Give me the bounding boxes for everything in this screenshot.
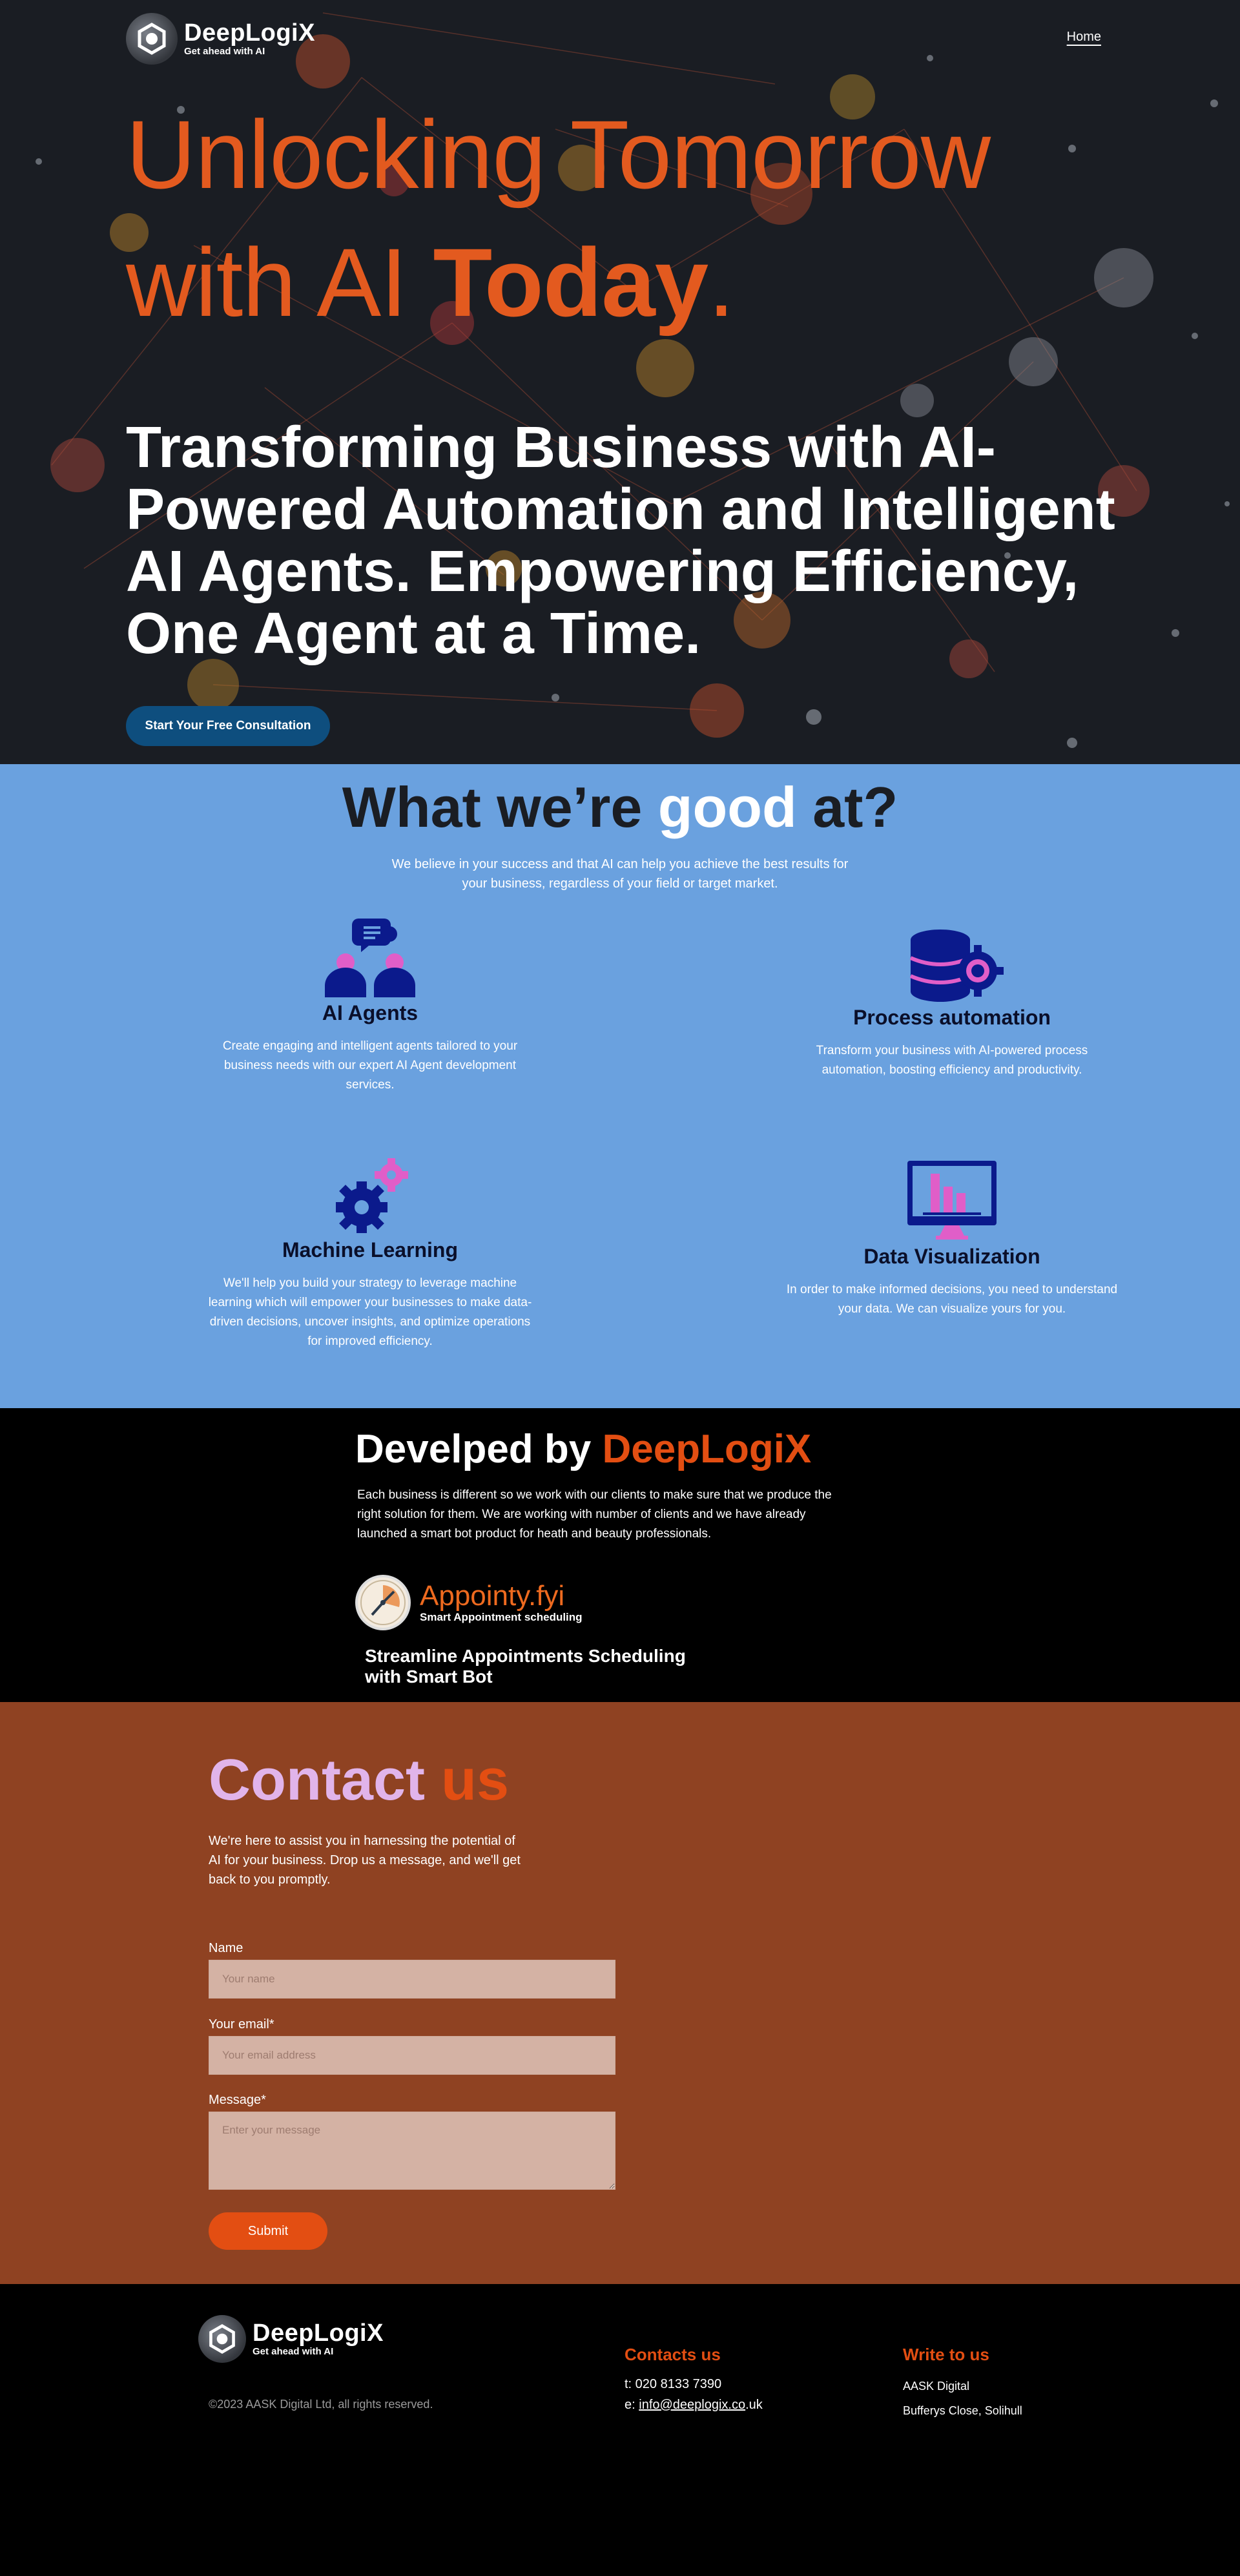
hero-title-line1: Unlocking Tomorrow [126, 100, 991, 209]
footer-logo-mark-icon [198, 2315, 246, 2363]
service-title-ai-agents: AI Agents [322, 1001, 418, 1024]
product-tagline: Smart Appointment scheduling [420, 1611, 583, 1623]
nav-home-link[interactable]: Home [1067, 30, 1101, 45]
service-title-data-visualization: Data Visualization [863, 1245, 1040, 1268]
hero-title-line2-start: with AI [126, 228, 433, 337]
footer-brand-tagline: Get ahead with AI [253, 2346, 334, 2357]
footer-contacts: Contacts us t: 020 8133 7390 e: info@dee… [625, 2345, 763, 2415]
contact-heading: Contact us [209, 1747, 509, 1814]
brand-name: DeepLogiX [184, 19, 315, 47]
top-nav: DeepLogiX Get ahead with AI Home [126, 13, 1114, 65]
brand-tagline: Get ahead with AI [184, 46, 265, 57]
services-heading-highlight: good [657, 775, 797, 839]
services-intro: We believe in your success and that AI c… [391, 857, 849, 891]
contact-heading-highlight: us [441, 1748, 510, 1813]
service-text-process-automation: Transform your business with AI-powered … [816, 1044, 1088, 1077]
services-heading: What we’re good at? [0, 774, 1240, 840]
footer-brand-name: DeepLogiX [253, 2320, 384, 2347]
footer-address-line1: AASK Digital [903, 2380, 970, 2393]
footer-address-line2: Bufferys Close, Solihull [903, 2404, 1022, 2417]
services-heading-start: What we’re [342, 775, 658, 839]
name-input[interactable] [209, 1960, 615, 1999]
monitor-chart-icon [907, 1161, 997, 1240]
site-footer: DeepLogiX Get ahead with AI ©2023 AASK D… [0, 2284, 1240, 2576]
developed-heading: Develped by DeepLogiX [355, 1426, 811, 1472]
copyright-text: ©2023 AASK Digital Ltd, all rights reser… [209, 2398, 433, 2411]
name-label: Name [209, 1941, 243, 1955]
email-input[interactable] [209, 2036, 615, 2075]
developed-heading-highlight: DeepLogiX [602, 1427, 812, 1471]
email-label: Your email* [209, 2017, 274, 2031]
footer-write-heading: Write to us [903, 2345, 989, 2364]
services-heading-end: at? [796, 775, 898, 839]
footer-email-link[interactable]: info@deeplogix.co [639, 2398, 745, 2412]
footer-address: Write to us AASK Digital Bufferys Close,… [903, 2345, 1022, 2423]
logo-mark-icon [126, 13, 178, 65]
service-text-data-visualization: In order to make informed decisions, you… [786, 1283, 1118, 1316]
submit-button[interactable]: Submit [209, 2212, 327, 2250]
message-label: Message* [209, 2093, 266, 2107]
footer-brand-logo[interactable]: DeepLogiX Get ahead with AI [198, 2315, 384, 2363]
footer-contacts-heading: Contacts us [625, 2345, 721, 2364]
ai-agents-icon [325, 919, 415, 997]
hero-subtitle: Transforming Business with AI-Powered Au… [126, 415, 1115, 666]
gears-icon [336, 1158, 408, 1233]
footer-phone: t: 020 8133 7390 [625, 2377, 722, 2391]
developed-heading-start: Develped by [355, 1427, 603, 1471]
hero-section: DeepLogiX Get ahead with AI Home Unlocki… [0, 0, 1240, 764]
product-headline: Streamline Appointments Scheduling with … [365, 1646, 686, 1687]
product-name: Appointy.fyi [420, 1580, 565, 1612]
footer-email-prefix: e: [625, 2398, 639, 2412]
contact-intro: We're here to assist you in harnessing t… [209, 1834, 521, 1887]
clock-icon [355, 1575, 411, 1630]
footer-email-line: e: info@deeplogix.co.uk [625, 2394, 763, 2415]
contact-heading-start: Contact [209, 1748, 441, 1813]
message-textarea[interactable] [209, 2112, 615, 2190]
brand-logo[interactable]: DeepLogiX Get ahead with AI [126, 13, 315, 65]
service-card-ai-agents: AI Agents Create engaging and intelligen… [202, 915, 538, 1095]
services-section: What we’re good at? We believe in your s… [0, 764, 1240, 1408]
appointy-logo[interactable]: Appointy.fyi Smart Appointment schedulin… [355, 1575, 583, 1630]
developed-description: Each business is different so we work wi… [357, 1488, 832, 1541]
hero-title-bold: Today [433, 228, 709, 337]
hero-title-period: . [708, 228, 735, 337]
developed-by-section: Develped by DeepLogiX Each business is d… [0, 1408, 1240, 1702]
contact-section: Contact us We're here to assist you in h… [0, 1702, 1240, 2284]
service-text-machine-learning: We'll help you build your strategy to le… [208, 1276, 532, 1348]
service-card-machine-learning: Machine Learning We'll help you build yo… [202, 1158, 538, 1351]
free-consultation-button[interactable]: Start Your Free Consultation [126, 706, 330, 746]
database-gear-icon [909, 930, 1004, 1002]
service-card-data-visualization: Data Visualization In order to make info… [784, 1158, 1120, 1319]
service-card-process-automation: Process automation Transform your busine… [784, 926, 1120, 1080]
service-text-ai-agents: Create engaging and intelligent agents t… [222, 1039, 518, 1092]
service-title-process-automation: Process automation [853, 1006, 1051, 1029]
footer-email-suffix: .uk [745, 2398, 763, 2412]
service-title-machine-learning: Machine Learning [282, 1238, 459, 1262]
hero-title: Unlocking Tomorrow with AI Today. [126, 90, 991, 346]
